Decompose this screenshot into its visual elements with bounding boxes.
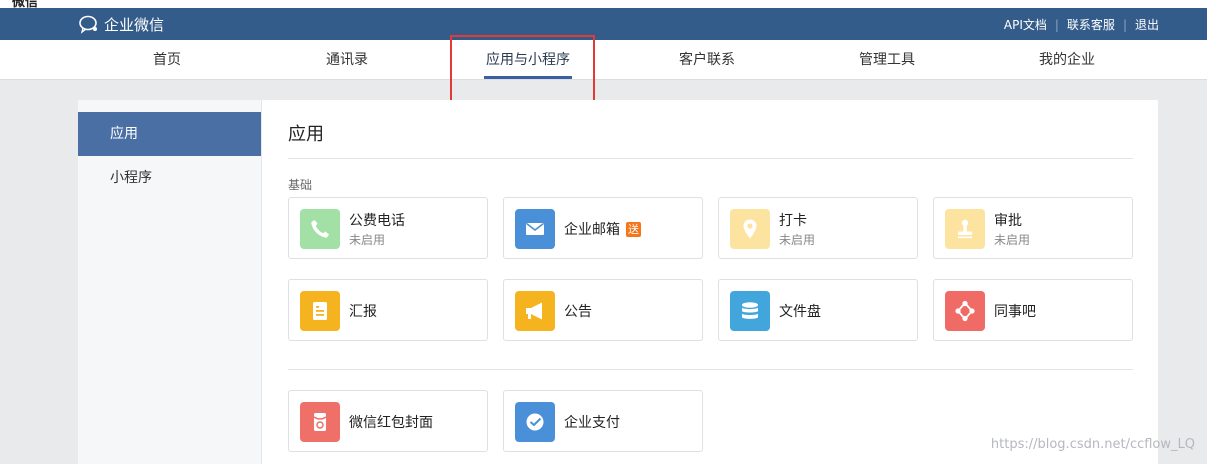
sidebar-item-apps[interactable]: 应用 bbox=[78, 112, 261, 156]
app-name: 文件盘 bbox=[779, 304, 821, 320]
wecom-logo-icon bbox=[79, 15, 97, 34]
app-name: 打卡 bbox=[779, 213, 807, 229]
app-card-payment[interactable]: 企业支付 bbox=[503, 390, 703, 452]
nav-apps[interactable]: 应用与小程序 bbox=[486, 40, 570, 80]
phone-icon bbox=[300, 209, 340, 249]
api-docs-link[interactable]: API文档 bbox=[1004, 16, 1047, 33]
app-card-mail[interactable]: 企业邮箱送 bbox=[503, 197, 703, 259]
main-nav: 首页 通讯录 应用与小程序 客户联系 管理工具 我的企业 bbox=[0, 40, 1207, 80]
database-icon bbox=[730, 291, 770, 331]
app-name-with-badge: 企业邮箱送 bbox=[564, 219, 641, 239]
app-status: 未启用 bbox=[349, 233, 386, 247]
nav-customer[interactable]: 客户联系 bbox=[679, 40, 735, 80]
nav-contacts[interactable]: 通讯录 bbox=[326, 40, 368, 80]
nav-home[interactable]: 首页 bbox=[153, 40, 181, 80]
link-separator: | bbox=[1054, 17, 1059, 32]
contact-support-link[interactable]: 联系客服 bbox=[1067, 16, 1115, 33]
window-title-strip: 微信 bbox=[0, 0, 1207, 8]
watermark: https://blog.csdn.net/ccflow_LQ bbox=[990, 437, 1195, 452]
app-card-files[interactable]: 文件盘 bbox=[718, 279, 918, 341]
red-packet-icon bbox=[300, 402, 340, 442]
mail-icon bbox=[515, 209, 555, 249]
app-card-approval[interactable]: 审批 未启用 bbox=[933, 197, 1133, 259]
app-name: 汇报 bbox=[349, 304, 377, 320]
app-name: 公费电话 bbox=[349, 213, 405, 229]
gift-badge: 送 bbox=[626, 222, 641, 237]
nav-tools[interactable]: 管理工具 bbox=[859, 40, 915, 80]
app-name: 微信红包封面 bbox=[349, 415, 433, 431]
top-links: API文档 | 联系客服 | 退出 bbox=[1004, 16, 1159, 33]
payment-icon bbox=[515, 402, 555, 442]
app-name: 同事吧 bbox=[994, 304, 1036, 320]
logout-link[interactable]: 退出 bbox=[1135, 16, 1159, 33]
nav-active-indicator bbox=[484, 76, 572, 79]
sidebar: 应用 小程序 bbox=[78, 100, 262, 464]
report-icon bbox=[300, 291, 340, 331]
app-card-phone[interactable]: 公费电话 未启用 bbox=[288, 197, 488, 259]
stamp-icon bbox=[945, 209, 985, 249]
app-name: 公告 bbox=[564, 304, 592, 320]
brand-name: 企业微信 bbox=[104, 15, 165, 34]
apps-main: 应用 基础 公费电话 未启用 企业邮箱送 打卡 未启用 审批 未启用 汇报 公告… bbox=[288, 100, 1133, 464]
app-card-colleagues[interactable]: 同事吧 bbox=[933, 279, 1133, 341]
section-label-basic: 基础 bbox=[288, 178, 313, 192]
brand[interactable]: 企业微信 bbox=[78, 13, 164, 35]
content-panel: 应用 小程序 应用 基础 公费电话 未启用 企业邮箱送 打卡 未启用 审批 未启… bbox=[78, 100, 1158, 464]
top-bar: 企业微信 API文档 | 联系客服 | 退出 bbox=[0, 8, 1207, 40]
sidebar-item-miniprograms[interactable]: 小程序 bbox=[78, 156, 261, 200]
app-name: 审批 bbox=[994, 213, 1022, 229]
app-name: 企业邮箱 bbox=[564, 222, 620, 238]
window-title-text: 微信 bbox=[12, 0, 39, 8]
link-separator: | bbox=[1122, 17, 1127, 32]
megaphone-icon bbox=[515, 291, 555, 331]
app-card-red-packet[interactable]: 微信红包封面 bbox=[288, 390, 488, 452]
app-status: 未启用 bbox=[779, 233, 816, 247]
app-card-report[interactable]: 汇报 bbox=[288, 279, 488, 341]
network-icon bbox=[945, 291, 985, 331]
app-status: 未启用 bbox=[994, 233, 1031, 247]
title-divider bbox=[288, 158, 1133, 159]
nav-my-company[interactable]: 我的企业 bbox=[1039, 40, 1095, 80]
page-title: 应用 bbox=[288, 124, 324, 145]
location-pin-icon bbox=[730, 209, 770, 249]
app-card-checkin[interactable]: 打卡 未启用 bbox=[718, 197, 918, 259]
app-card-announcement[interactable]: 公告 bbox=[503, 279, 703, 341]
app-name: 企业支付 bbox=[564, 415, 620, 431]
section-divider bbox=[288, 369, 1133, 370]
